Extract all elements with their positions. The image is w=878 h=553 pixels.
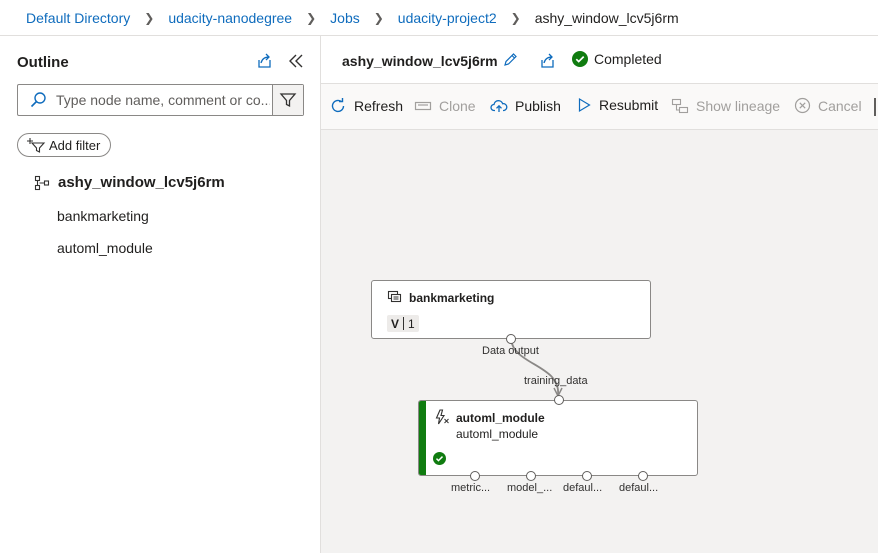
tree-item-pipeline[interactable]: ashy_window_lcv5j6rm: [34, 174, 225, 191]
add-filter-icon: [26, 137, 46, 153]
port-label-default-1: defaul...: [563, 482, 603, 494]
version-prefix: V: [391, 316, 400, 331]
resubmit-label: Resubmit: [599, 97, 659, 113]
chevron-right-icon: ❯: [373, 10, 384, 25]
add-filter-button[interactable]: Add filter: [17, 133, 112, 157]
clone-button[interactable]: Clone: [414, 97, 476, 115]
breadcrumb-current-job: ashy_window_lcv5j6rm: [534, 9, 679, 26]
filter-button[interactable]: [272, 85, 303, 115]
breadcrumb-default-directory[interactable]: Default Directory: [26, 10, 130, 26]
add-filter-label: Add filter: [49, 137, 101, 153]
port-metrics[interactable]: [470, 471, 480, 481]
show-lineage-label: Show lineage: [696, 98, 781, 114]
show-lineage-button[interactable]: Show lineage: [671, 97, 780, 115]
checkmark-circle-icon: [572, 51, 588, 67]
play-icon: [576, 97, 592, 113]
lineage-icon: [671, 97, 689, 115]
clone-icon: [414, 97, 432, 115]
refresh-button[interactable]: Refresh: [329, 97, 403, 115]
port-label-data-output: Data output: [482, 345, 539, 357]
toolbar-overflow[interactable]: [874, 98, 876, 116]
job-status: Completed: [572, 51, 662, 67]
pipeline-canvas[interactable]: bankmarketing V 1 Data output training_d…: [321, 130, 878, 553]
port-label-training-data: training_data: [524, 375, 588, 387]
clone-label: Clone: [439, 98, 476, 114]
breadcrumb-experiment[interactable]: udacity-project2: [398, 10, 497, 26]
tree-root-label: ashy_window_lcv5j6rm: [58, 174, 225, 191]
port-default-2[interactable]: [638, 471, 648, 481]
edit-icon[interactable]: [502, 52, 518, 68]
tree-item-automl-module[interactable]: automl_module: [57, 240, 153, 256]
port-data-output[interactable]: [506, 334, 516, 344]
cloud-upload-icon: [490, 97, 508, 115]
node-search-input[interactable]: [52, 85, 272, 115]
port-label-default-2: defaul...: [619, 482, 659, 494]
publish-label: Publish: [515, 98, 561, 114]
chevron-right-icon: ❯: [144, 10, 155, 25]
checkmark-circle-icon: [433, 452, 446, 465]
node-search-box: [17, 84, 304, 116]
outline-title: Outline: [17, 54, 69, 71]
refresh-icon: [329, 97, 347, 115]
pipeline-icon: [34, 175, 50, 191]
resubmit-button[interactable]: Resubmit: [576, 97, 658, 113]
share-icon[interactable]: [256, 52, 274, 70]
automl-icon: [434, 409, 450, 425]
search-icon: [24, 91, 52, 109]
refresh-label: Refresh: [354, 98, 404, 114]
cancel-circle-icon: [794, 97, 811, 114]
tree-item-bankmarketing[interactable]: bankmarketing: [57, 208, 149, 224]
cancel-button[interactable]: Cancel: [794, 97, 862, 114]
port-training-data[interactable]: [554, 395, 564, 405]
dataset-icon: [387, 289, 403, 305]
version-badge: V 1: [387, 315, 419, 332]
node-title: bankmarketing: [409, 291, 495, 305]
breadcrumb: Default Directory ❯ udacity-nanodegree ❯…: [0, 0, 878, 36]
status-bar: [419, 401, 426, 475]
share-icon[interactable]: [539, 52, 557, 70]
breadcrumb-jobs[interactable]: Jobs: [330, 10, 360, 26]
port-default-1[interactable]: [582, 471, 592, 481]
chevron-right-icon: ❯: [306, 10, 317, 25]
job-header: ashy_window_lcv5j6rm Completed: [321, 36, 878, 84]
node-title: automl_module: [456, 411, 545, 425]
job-status-label: Completed: [594, 51, 662, 67]
job-title: ashy_window_lcv5j6rm: [342, 53, 498, 69]
toolbar: Refresh Clone Publish Resubmit Show line…: [321, 84, 878, 130]
port-label-metrics: metric...: [451, 482, 491, 494]
node-bankmarketing[interactable]: bankmarketing V 1: [371, 280, 651, 339]
node-automl-module[interactable]: automl_module automl_module: [418, 400, 698, 476]
outline-panel: Outline Add filter ashy_window_lcv5j6rm …: [0, 36, 321, 553]
publish-button[interactable]: Publish: [490, 97, 561, 115]
port-label-model: model_...: [507, 482, 553, 494]
node-subtitle: automl_module: [456, 427, 539, 441]
breadcrumb-workspace[interactable]: udacity-nanodegree: [168, 10, 292, 26]
version-number: 1: [408, 316, 415, 331]
chevron-right-icon: ❯: [510, 10, 521, 25]
collapse-panel-icon[interactable]: [287, 52, 305, 70]
cancel-label: Cancel: [818, 97, 862, 114]
port-model[interactable]: [526, 471, 536, 481]
filter-icon: [279, 91, 297, 109]
